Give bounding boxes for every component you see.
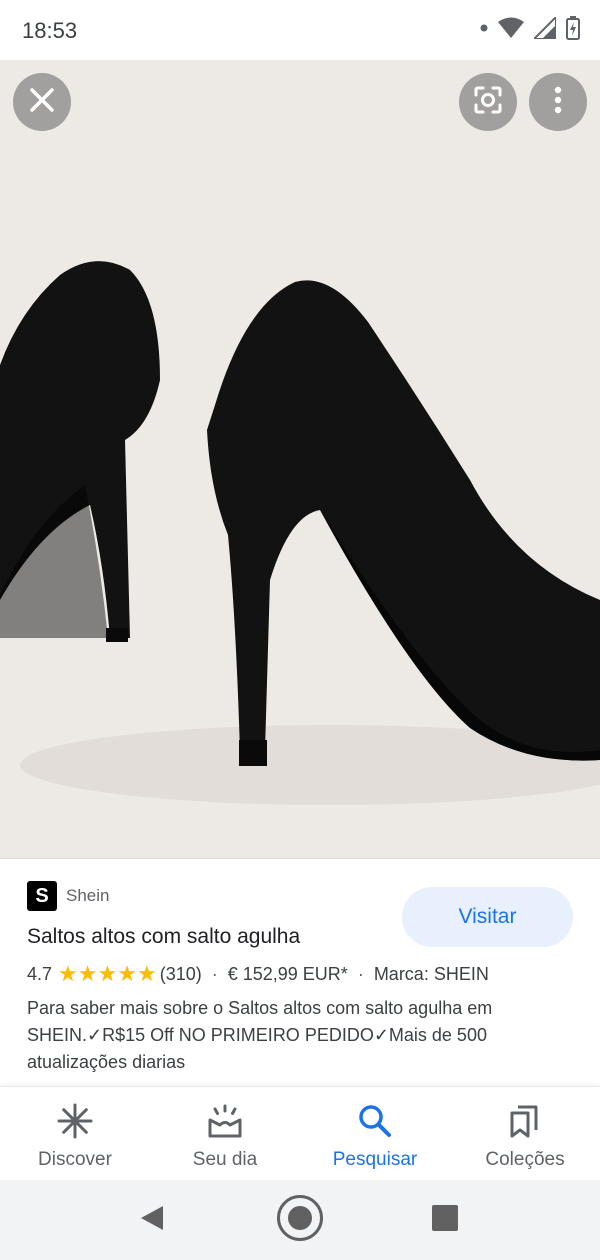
nav-discover[interactable]: Discover	[0, 1087, 150, 1180]
more-vertical-icon	[554, 86, 562, 119]
signal-icon	[534, 17, 556, 39]
visit-button[interactable]: Visitar	[402, 887, 573, 947]
search-icon	[358, 1101, 392, 1141]
status-time: 18:53	[22, 18, 78, 43]
home-circle-icon	[276, 1194, 324, 1247]
rating-stars: ★ ★ ★ ★ ★	[58, 963, 157, 985]
star-icon: ★	[136, 961, 157, 986]
system-recents-button[interactable]	[421, 1196, 469, 1244]
star-icon: ★	[117, 961, 137, 986]
more-options-button[interactable]	[529, 73, 587, 131]
nav-label: Coleções	[485, 1149, 565, 1170]
source-row[interactable]: S Shein	[27, 881, 109, 911]
separator: ·	[211, 963, 218, 984]
sunrise-icon	[207, 1101, 243, 1141]
battery-charging-icon	[566, 16, 580, 40]
status-icons	[480, 16, 580, 40]
result-info-panel: S Shein Visitar Saltos altos com salto a…	[0, 858, 600, 1086]
separator: ·	[357, 963, 364, 984]
close-button[interactable]	[13, 73, 71, 131]
recents-square-icon	[432, 1204, 458, 1236]
price: € 152,99 EUR*	[227, 963, 348, 984]
notification-dot-icon	[480, 24, 488, 32]
brand: Marca: SHEIN	[373, 963, 489, 984]
lens-button[interactable]	[459, 73, 517, 131]
nav-label: Seu dia	[192, 1149, 258, 1170]
star-icon: ★	[77, 961, 98, 986]
shein-logo: S	[27, 881, 57, 911]
bottom-navigation: Discover Seu dia Pesquisar Coleções	[0, 1086, 600, 1180]
nav-label: Discover	[38, 1149, 112, 1170]
system-back-button[interactable]	[128, 1196, 176, 1244]
system-navigation-bar	[0, 1180, 600, 1260]
nav-seu-dia[interactable]: Seu dia	[150, 1087, 300, 1180]
asterisk-icon	[57, 1101, 93, 1141]
source-name: Shein	[66, 886, 110, 905]
image-viewer[interactable]	[0, 60, 600, 858]
google-lens-icon	[473, 85, 503, 120]
close-icon	[29, 87, 55, 118]
star-icon: ★	[58, 961, 78, 986]
product-description: Para saber mais sobre o Saltos altos com…	[27, 998, 493, 1072]
star-icon: ★	[97, 961, 118, 986]
status-bar: 18:53	[0, 0, 600, 60]
nav-label: Pesquisar	[332, 1149, 418, 1170]
wifi-icon	[498, 17, 524, 39]
review-count: (310)	[159, 963, 202, 984]
bookmarks-icon	[508, 1101, 542, 1141]
back-triangle-icon	[139, 1204, 165, 1237]
product-title[interactable]: Saltos altos com salto agulha	[27, 925, 300, 949]
product-image	[0, 261, 600, 805]
system-home-button[interactable]	[276, 1194, 324, 1247]
rating-value: 4.7	[27, 963, 53, 984]
nav-pesquisar[interactable]: Pesquisar	[300, 1087, 450, 1180]
product-meta: 4.7 ★ ★ ★ ★ ★ (310) · € 152,99 EUR* · Ma…	[27, 963, 489, 985]
nav-colecoes[interactable]: Coleções	[450, 1087, 600, 1180]
